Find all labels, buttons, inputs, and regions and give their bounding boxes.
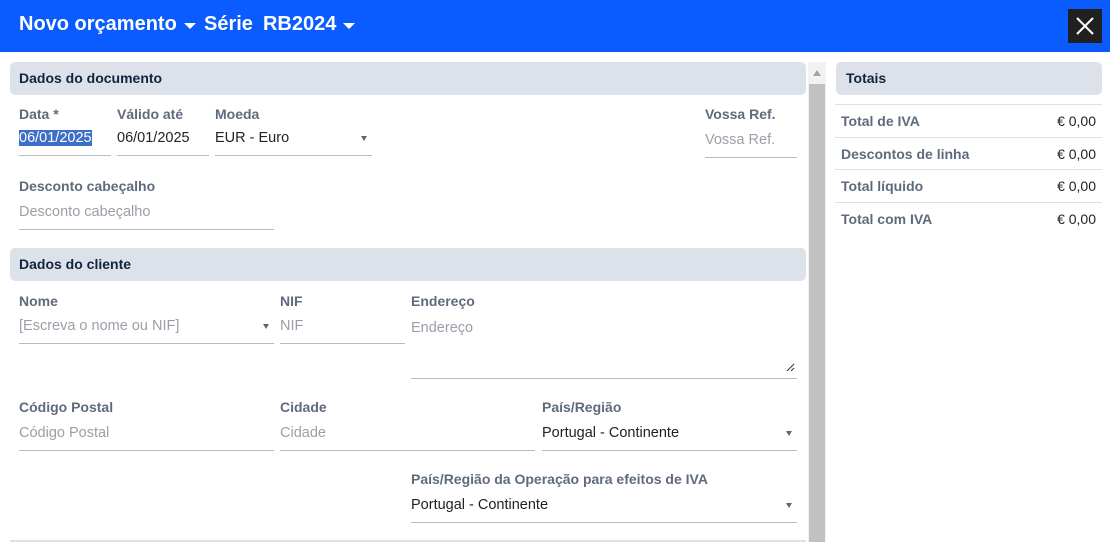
totals-row-value: € 0,00 bbox=[1057, 146, 1096, 162]
valid-until-field[interactable]: 06/01/2025 bbox=[117, 123, 209, 156]
date-value: 06/01/2025 bbox=[19, 130, 92, 146]
totals-row-value: € 0,00 bbox=[1057, 211, 1096, 227]
totals-row-line-discounts: Descontos de linha € 0,00 bbox=[835, 137, 1102, 170]
form-panel: Dados do documento Data * 06/01/2025 Vál… bbox=[0, 52, 808, 542]
your-ref-label: Vossa Ref. bbox=[705, 106, 776, 122]
totals-row-value: € 0,00 bbox=[1057, 113, 1096, 129]
doc-type-label: Novo orçamento bbox=[19, 13, 177, 35]
series-dropdown[interactable]: Série RB2024 bbox=[204, 13, 356, 36]
totals-row-value: € 0,00 bbox=[1057, 178, 1096, 194]
currency-label: Moeda bbox=[215, 106, 260, 122]
nif-field[interactable]: NIF bbox=[280, 311, 405, 344]
chevron-down-icon bbox=[786, 503, 792, 508]
chevron-down-icon bbox=[361, 136, 367, 141]
totals-header: Totais bbox=[836, 62, 1102, 95]
header-discount-placeholder: Desconto cabeçalho bbox=[19, 204, 151, 220]
totals-row-label: Total com IVA bbox=[841, 211, 933, 227]
nif-placeholder: NIF bbox=[280, 318, 304, 334]
close-button[interactable] bbox=[1068, 9, 1102, 43]
postal-code-field[interactable]: Código Postal bbox=[19, 418, 274, 451]
city-field[interactable]: Cidade bbox=[280, 418, 535, 451]
postal-code-label: Código Postal bbox=[19, 399, 114, 415]
totals-row-label: Total de IVA bbox=[841, 113, 920, 129]
resize-handle-icon[interactable] bbox=[786, 363, 795, 372]
client-section-header: Dados do cliente bbox=[10, 248, 806, 281]
your-ref-placeholder: Vossa Ref. bbox=[705, 132, 776, 148]
totals-row-vat: Total de IVA € 0,00 bbox=[835, 104, 1102, 137]
vat-country-value: Portugal - Continente bbox=[411, 497, 549, 513]
address-label: Endereço bbox=[411, 293, 475, 309]
series-label: Série bbox=[204, 13, 253, 35]
country-select[interactable]: Portugal - Continente bbox=[542, 418, 797, 451]
totals-row-net: Total líquido € 0,00 bbox=[835, 169, 1102, 202]
vat-country-label: País/Região da Operação para efeitos de … bbox=[411, 471, 708, 487]
city-label: Cidade bbox=[280, 399, 327, 415]
nif-label: NIF bbox=[280, 293, 303, 309]
close-icon bbox=[1076, 17, 1094, 35]
address-textarea[interactable]: Endereço bbox=[411, 313, 797, 379]
country-value: Portugal - Continente bbox=[542, 425, 680, 441]
header-discount-label: Desconto cabeçalho bbox=[19, 178, 156, 194]
document-section-header: Dados do documento bbox=[10, 62, 806, 95]
scroll-thumb[interactable] bbox=[809, 84, 825, 542]
totals-row-label: Descontos de linha bbox=[841, 146, 970, 162]
client-name-select[interactable]: [Escreva o nome ou NIF] bbox=[19, 311, 274, 344]
totals-row-gross: Total com IVA € 0,00 bbox=[835, 202, 1102, 235]
chevron-down-icon bbox=[263, 324, 269, 329]
address-placeholder: Endereço bbox=[411, 320, 474, 336]
client-name-label: Nome bbox=[19, 293, 58, 309]
form-scrollbar[interactable] bbox=[808, 62, 826, 542]
totals-row-label: Total líquido bbox=[841, 178, 924, 194]
header-discount-field[interactable]: Desconto cabeçalho bbox=[19, 197, 274, 230]
currency-select[interactable]: EUR - Euro bbox=[215, 123, 372, 156]
client-name-placeholder: [Escreva o nome ou NIF] bbox=[19, 318, 180, 334]
chevron-down-icon bbox=[786, 431, 792, 436]
series-value: RB2024 bbox=[262, 13, 337, 35]
date-label: Data * bbox=[19, 106, 59, 122]
valid-until-label: Válido até bbox=[117, 106, 184, 122]
postal-code-placeholder: Código Postal bbox=[19, 425, 110, 441]
scroll-up-icon[interactable] bbox=[813, 70, 821, 76]
your-ref-field[interactable]: Vossa Ref. bbox=[705, 125, 797, 158]
vat-country-select[interactable]: Portugal - Continente bbox=[411, 490, 797, 523]
modal-header: Novo orçamento Série RB2024 bbox=[0, 0, 1110, 52]
chevron-down-icon bbox=[183, 22, 196, 29]
doc-type-dropdown[interactable]: Novo orçamento bbox=[19, 13, 196, 36]
currency-value: EUR - Euro bbox=[215, 130, 290, 146]
valid-until-value: 06/01/2025 bbox=[117, 130, 190, 146]
date-field[interactable]: 06/01/2025 bbox=[19, 123, 111, 156]
chevron-down-icon bbox=[343, 22, 356, 29]
country-label: País/Região bbox=[542, 399, 622, 415]
city-placeholder: Cidade bbox=[280, 425, 326, 441]
